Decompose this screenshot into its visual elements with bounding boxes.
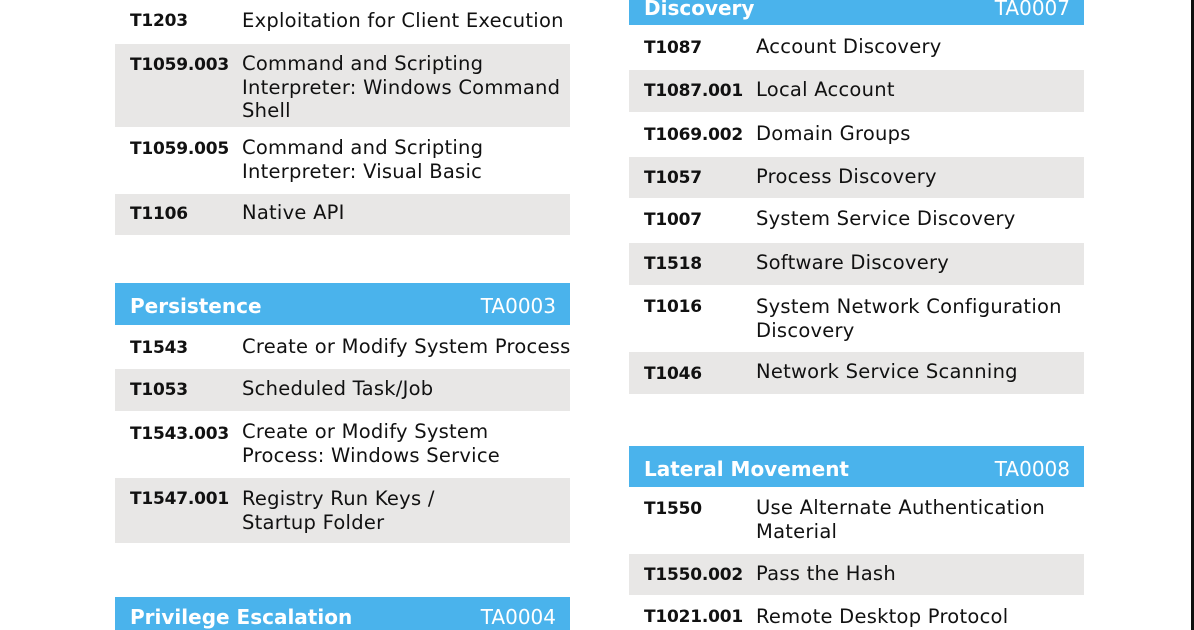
table-row: T1007 System Service Discovery bbox=[629, 198, 1084, 243]
technique-name: Command and Scripting Interpreter: Visua… bbox=[242, 136, 484, 183]
technique-id: T1543 bbox=[130, 338, 188, 358]
technique-name: Scheduled Task/Job bbox=[242, 377, 434, 400]
section-header-discovery: Discovery TA0007 bbox=[629, 0, 1084, 25]
technique-id: T1547.001 bbox=[130, 489, 230, 509]
table-row: T1547.001 Registry Run Keys / Startup Fo… bbox=[115, 478, 570, 543]
technique-id: T1203 bbox=[130, 11, 188, 31]
table-row: T1106 Native API bbox=[115, 194, 570, 235]
table-row: T1057 Process Discovery bbox=[629, 157, 1084, 198]
section-title: Discovery bbox=[644, 0, 755, 20]
technique-name: Pass the Hash bbox=[756, 562, 896, 585]
technique-id: T1016 bbox=[644, 297, 702, 317]
technique-id: T1046 bbox=[644, 364, 702, 384]
section-header-persistence: Persistence TA0003 bbox=[115, 283, 570, 325]
technique-id: T1007 bbox=[644, 210, 702, 230]
technique-id: T1021.001 bbox=[644, 607, 744, 627]
technique-name: Process Discovery bbox=[756, 165, 937, 188]
technique-name: Exploitation for Client Execution bbox=[242, 9, 564, 32]
table-row: T1046 Network Service Scanning bbox=[629, 352, 1084, 394]
section-title: Privilege Escalation bbox=[130, 605, 353, 629]
table-row: T1059.003 Command and Scripting Interpre… bbox=[115, 44, 570, 127]
table-row: T1059.005 Command and Scripting Interpre… bbox=[115, 127, 570, 194]
table-row: T1087 Account Discovery bbox=[629, 25, 1084, 70]
table-row: T1053 Scheduled Task/Job bbox=[115, 369, 570, 411]
technique-name: System Service Discovery bbox=[756, 207, 1016, 230]
technique-name: Remote Desktop Protocol bbox=[756, 605, 1009, 628]
technique-id: T1057 bbox=[644, 168, 702, 188]
technique-id: T1550 bbox=[644, 499, 702, 519]
table-row: T1069.002 Domain Groups bbox=[629, 112, 1084, 157]
technique-name: Create or Modify System Process: Windows… bbox=[242, 420, 501, 467]
technique-name: Command and Scripting Interpreter: Windo… bbox=[242, 52, 561, 122]
table-row: T1016 System Network Configuration Disco… bbox=[629, 285, 1084, 352]
technique-name: Use Alternate Authentication Material bbox=[756, 496, 1045, 543]
technique-name: System Network Configuration Discovery bbox=[756, 295, 1062, 342]
table-row: T1543.003 Create or Modify System Proces… bbox=[115, 411, 570, 478]
table-row: T1550.002 Pass the Hash bbox=[629, 554, 1084, 595]
technique-id: T1069.002 bbox=[644, 125, 744, 145]
technique-id: T1550.002 bbox=[644, 565, 744, 585]
table-row: T1550 Use Alternate Authentication Mater… bbox=[629, 487, 1084, 554]
section-header-privilege-escalation: Privilege Escalation TA0004 bbox=[115, 597, 570, 630]
tactic-code: TA0007 bbox=[994, 0, 1070, 20]
table-row: T1203 Exploitation for Client Execution bbox=[115, 0, 570, 44]
technique-name: Native API bbox=[242, 201, 345, 224]
technique-id: T1053 bbox=[130, 380, 188, 400]
technique-name: Network Service Scanning bbox=[756, 360, 1018, 383]
technique-name: Domain Groups bbox=[756, 122, 911, 145]
table-row: T1543 Create or Modify System Process bbox=[115, 325, 570, 369]
technique-name: Software Discovery bbox=[756, 251, 949, 274]
technique-name: Registry Run Keys / Startup Folder bbox=[242, 487, 435, 534]
section-title: Lateral Movement bbox=[644, 457, 849, 481]
technique-name: Create or Modify System Process bbox=[242, 335, 571, 358]
technique-id: T1106 bbox=[130, 204, 188, 224]
technique-name: Local Account bbox=[756, 78, 895, 101]
table-row: T1021.001 Remote Desktop Protocol bbox=[629, 595, 1084, 630]
tactic-code: TA0003 bbox=[480, 294, 556, 318]
technique-id: T1087 bbox=[644, 38, 702, 58]
technique-name: Account Discovery bbox=[756, 35, 942, 58]
table-row: T1087.001 Local Account bbox=[629, 70, 1084, 112]
technique-id: T1518 bbox=[644, 254, 702, 274]
tactic-code: TA0004 bbox=[480, 605, 556, 629]
technique-id: T1059.003 bbox=[130, 55, 230, 75]
table-row: T1518 Software Discovery bbox=[629, 243, 1084, 285]
technique-id: T1087.001 bbox=[644, 81, 744, 101]
section-header-lateral-movement: Lateral Movement TA0008 bbox=[629, 446, 1084, 487]
technique-id: T1543.003 bbox=[130, 424, 230, 444]
technique-id: T1059.005 bbox=[130, 139, 230, 159]
tactic-code: TA0008 bbox=[994, 457, 1070, 481]
section-title: Persistence bbox=[130, 294, 262, 318]
